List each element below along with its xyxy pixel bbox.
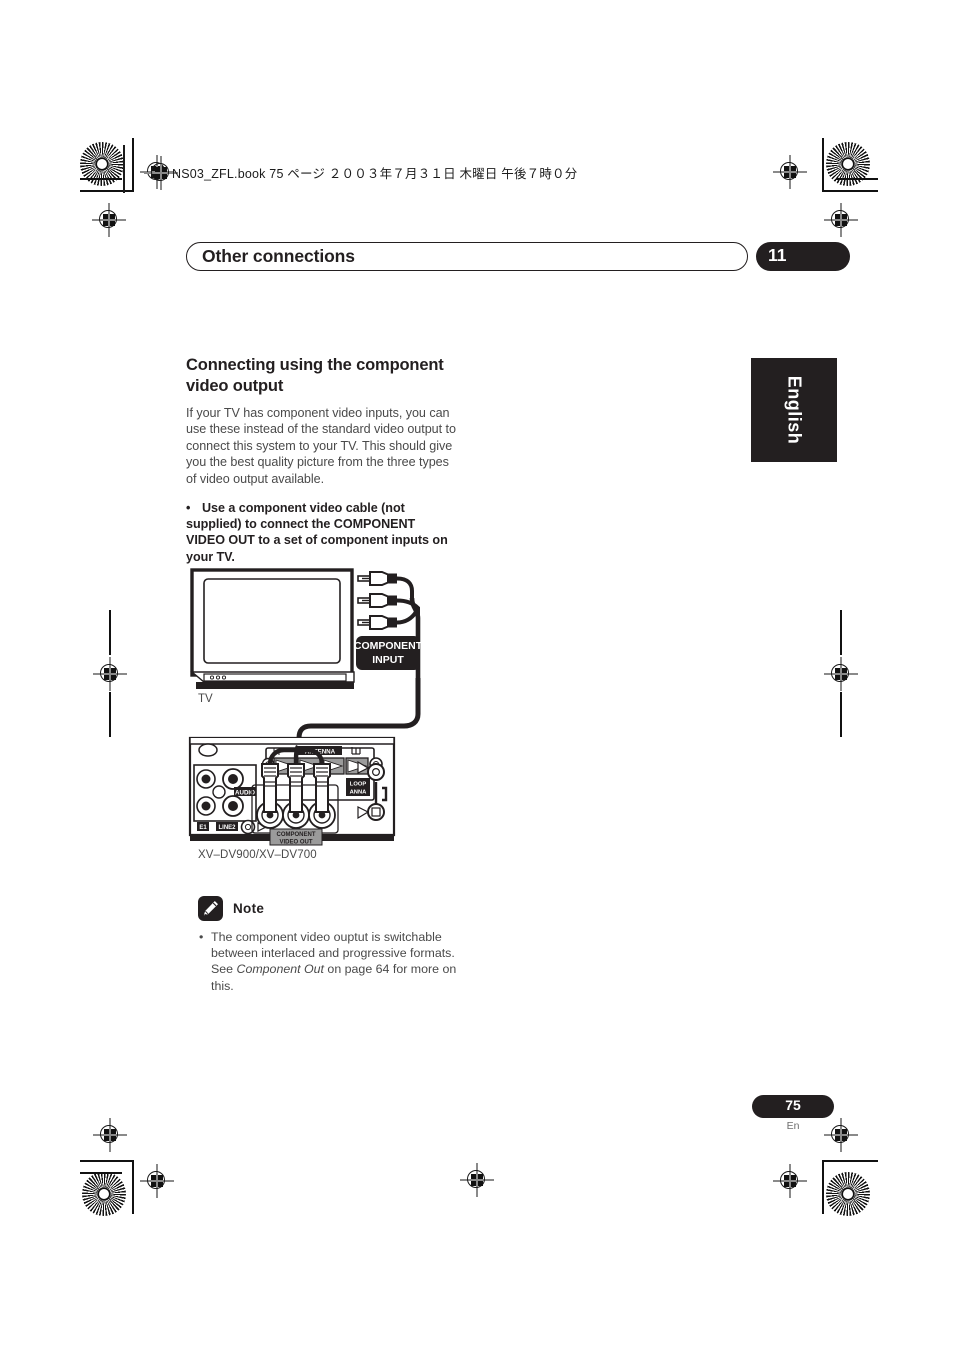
trim-line-tr-v xyxy=(822,138,824,192)
trim-line-tl-v xyxy=(132,138,134,192)
registration-crosshair-left-upper xyxy=(92,203,126,237)
trim-line-tr-h xyxy=(824,190,878,192)
trim-line-tl-h xyxy=(80,190,134,192)
note-body: • The component video ouptut is switchab… xyxy=(199,929,457,994)
registration-crosshair-bottom-center xyxy=(460,1163,494,1197)
bullet-marker: • xyxy=(186,501,191,516)
note-label: Note xyxy=(233,901,265,916)
component-input-plate: COMPONENT INPUT xyxy=(354,636,423,670)
rca-plug-center xyxy=(287,763,305,813)
section-title: Connecting using the component video out… xyxy=(186,356,444,395)
intro-paragraph: If your TV has component video inputs, y… xyxy=(186,406,456,486)
rca-plug-left xyxy=(261,763,279,813)
trim-line-right-mid xyxy=(840,610,842,655)
registration-crosshair-bottom-right xyxy=(773,1164,807,1198)
connection-diagram: COMPONENT INPUT AUDIO E1 LINE2 ANTENNA L… xyxy=(186,560,476,870)
model-caption: XV–DV900/XV–DV700 xyxy=(198,849,317,861)
line2-label: LINE2 xyxy=(218,825,236,831)
rear-panel-illustration: AUDIO E1 LINE2 ANTENNA LOOP ANNA COMPONE… xyxy=(188,736,396,846)
note-text-italic: Component Out xyxy=(236,962,324,977)
line1-label: E1 xyxy=(199,825,207,831)
trim-line-tl-h2 xyxy=(80,178,122,180)
main-text-column: Connecting using the component video out… xyxy=(186,355,456,565)
component-input-line1: COMPONENT xyxy=(354,640,423,652)
tv-caption: TV xyxy=(198,693,213,705)
page-number: 75 xyxy=(785,1097,801,1113)
component-out-line1: COMPONENT xyxy=(277,832,316,838)
registration-crosshair-right-upper xyxy=(824,203,858,237)
trim-line-bl-v xyxy=(132,1160,134,1214)
trim-line-left-mid2 xyxy=(109,692,111,737)
registration-crosshair-right-middle xyxy=(824,657,858,691)
trim-line-bl-h2 xyxy=(80,1172,122,1174)
book-file-slug: NS03_ZFL.book 75 ページ ２００３年７月３１日 木曜日 午後７時… xyxy=(172,167,578,181)
language-side-tab-label: English xyxy=(784,375,805,445)
language-side-tab: English xyxy=(751,358,837,462)
note-bullet: • xyxy=(199,930,204,944)
trim-line-left-mid xyxy=(109,610,111,655)
chapter-number: 11 xyxy=(768,245,787,265)
instruction-bullet: • Use a component video cable (not suppli… xyxy=(186,500,456,565)
trim-line-br-h xyxy=(824,1160,878,1162)
loop-antenna-line1: LOOP xyxy=(350,781,367,787)
registration-star-target-bottom-right xyxy=(826,1172,870,1216)
instruction-text: Use a component video cable (not supplie… xyxy=(186,501,448,564)
registration-crosshair-left-lower xyxy=(93,1118,127,1152)
trim-line-right-mid2 xyxy=(840,692,842,737)
page-language-code: En xyxy=(786,1120,800,1132)
trim-line-tr-h2 xyxy=(836,178,878,180)
rca-plug-right xyxy=(313,763,331,813)
trim-line-bl-h xyxy=(80,1160,134,1162)
note-text: The component video ouptut is switchable… xyxy=(211,929,457,994)
slug-rule xyxy=(123,145,125,193)
tv-illustration xyxy=(190,568,355,689)
registration-crosshair-top-right xyxy=(773,155,807,189)
component-input-line2: INPUT xyxy=(372,654,404,666)
pencil-icon xyxy=(198,896,223,921)
component-out-line2: VIDEO OUT xyxy=(279,839,312,845)
registration-crosshair-bottom-left xyxy=(140,1164,174,1198)
registration-crosshair-left-middle xyxy=(93,657,127,691)
trim-line-br-v xyxy=(822,1160,824,1214)
chapter-title: Other connections xyxy=(202,246,355,266)
loop-antenna-line2: ANNA xyxy=(350,789,368,795)
registration-star-target-bottom-left xyxy=(82,1172,126,1216)
note-header: Note xyxy=(198,896,264,921)
